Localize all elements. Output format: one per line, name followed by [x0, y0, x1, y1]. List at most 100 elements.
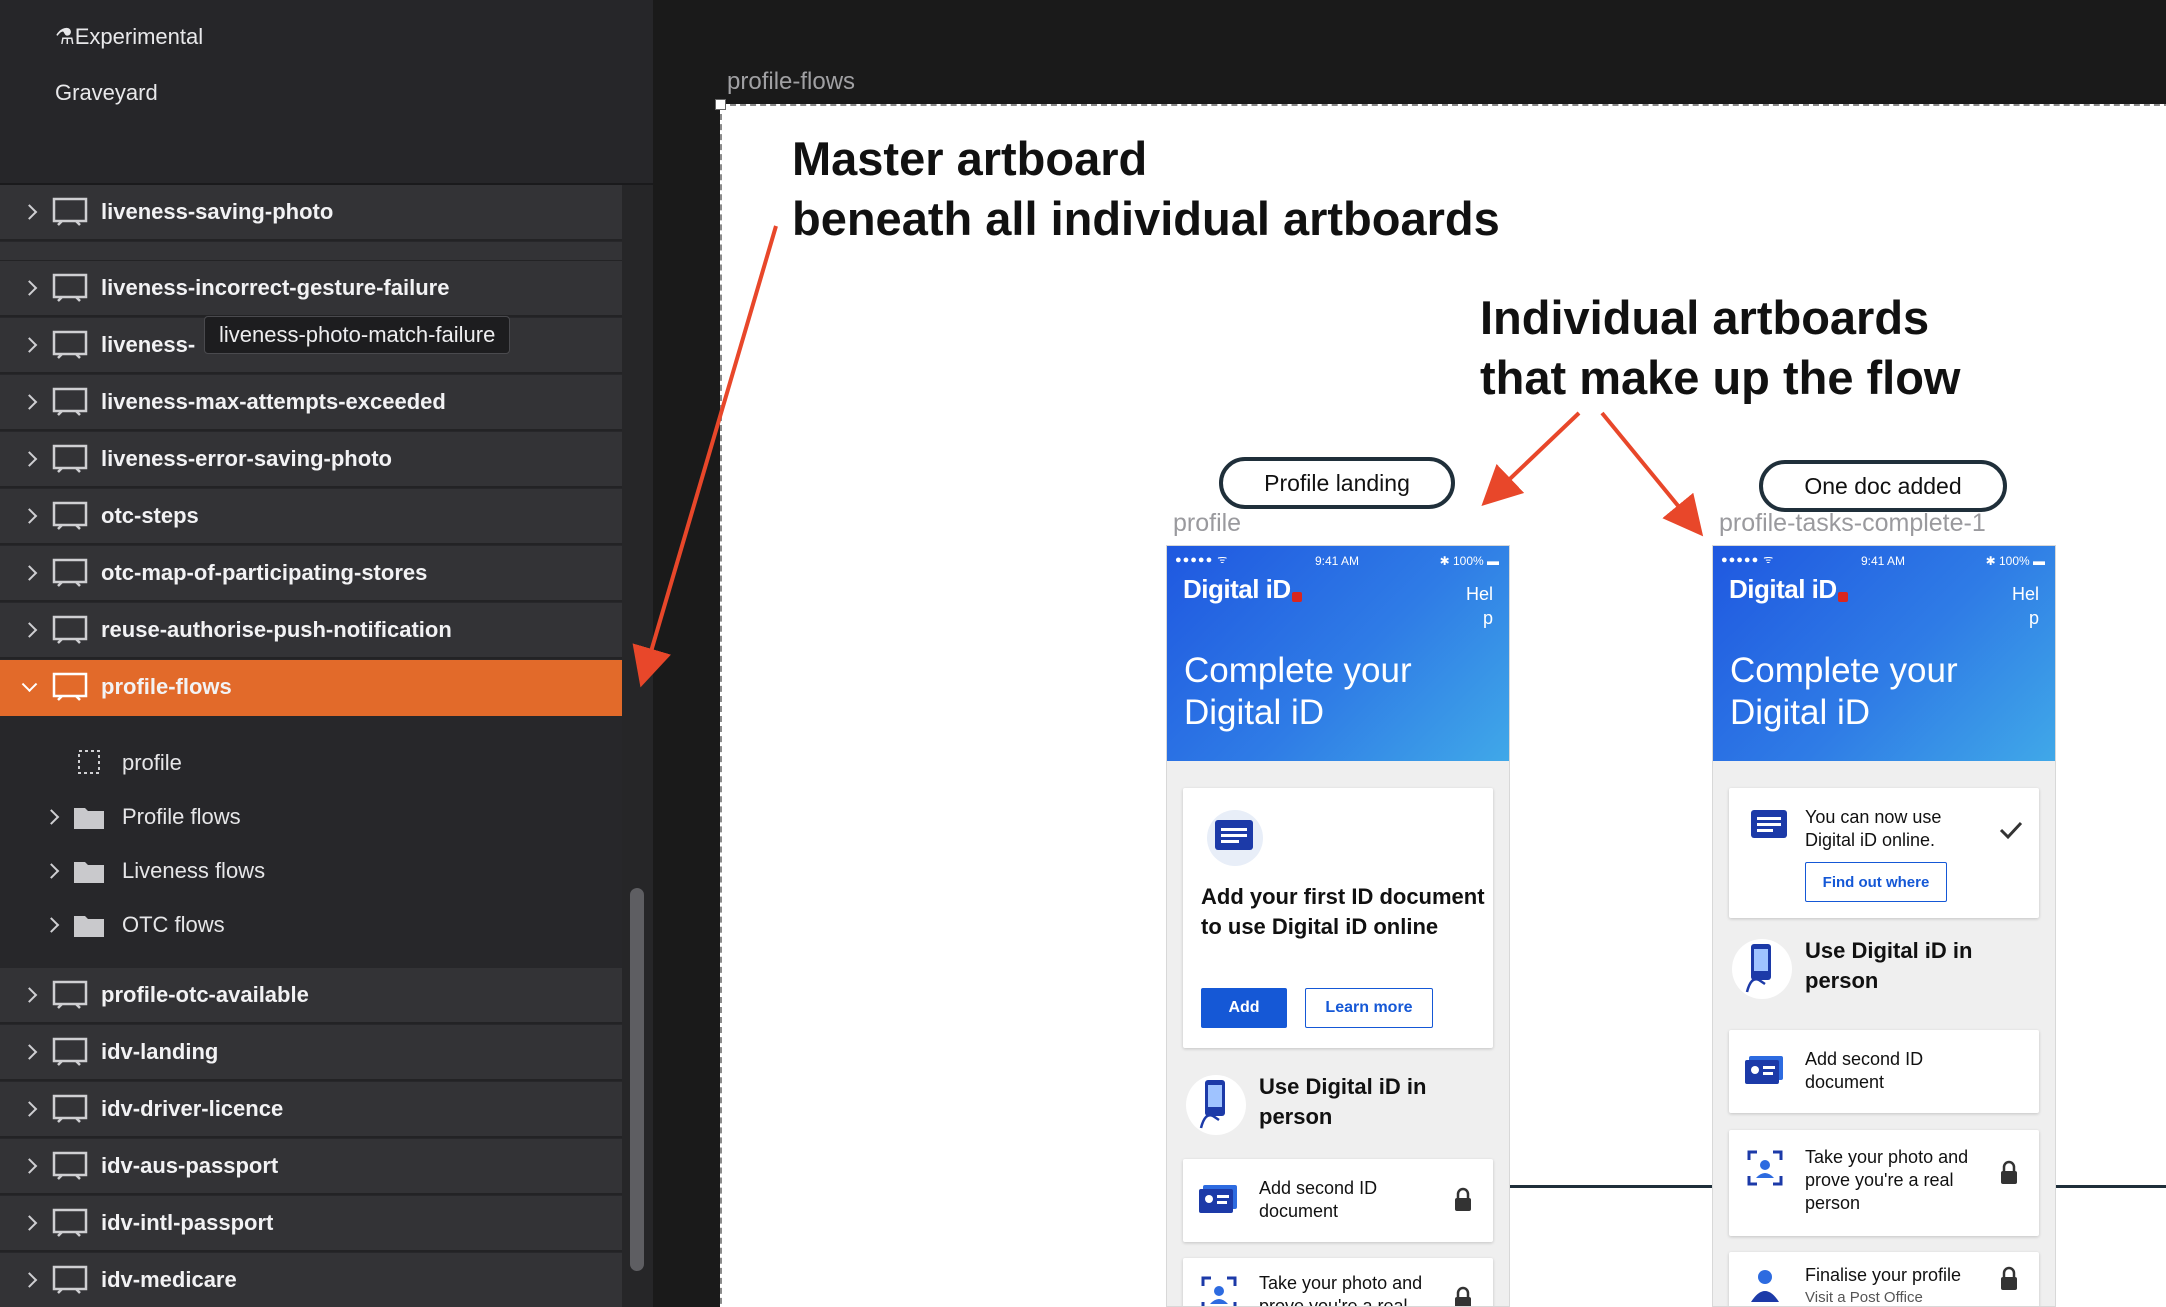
card-text: Add your first ID document to use Digita…	[1201, 884, 1485, 939]
chevron-right-icon[interactable]	[21, 337, 38, 353]
layer-label: idv-driver-licence	[101, 1096, 284, 1121]
layer-row[interactable]: idv-landing	[0, 1025, 622, 1081]
finalise-profile-row[interactable]: Finalise your profile Visit a Post Offic…	[1729, 1252, 2039, 1306]
layer-row[interactable]: otc-steps	[0, 489, 622, 545]
chevron-right-icon[interactable]	[21, 508, 38, 524]
chevron-right-icon[interactable]	[21, 1158, 38, 1174]
add-second-id-row[interactable]: Add second ID document	[1183, 1159, 1493, 1242]
artboard-icon	[52, 672, 88, 701]
layer-row[interactable]: idv-intl-passport	[0, 1196, 622, 1252]
chevron-right-icon[interactable]	[21, 1101, 38, 1117]
artboard-profile[interactable]: ●●●●● ᯤ 9:41 AM ✱ 100% ▬ Digital iD Help…	[1167, 546, 1509, 1306]
row-text: Take your photo and prove you're a real …	[1259, 1273, 1423, 1306]
battery-icon: ✱ 100% ▬	[1439, 554, 1499, 568]
layer-row-selected[interactable]: profile-flows	[0, 660, 622, 716]
checkmark-icon	[1999, 821, 2023, 840]
chevron-right-icon[interactable]	[21, 204, 38, 220]
layer-row[interactable]: idv-medicare	[0, 1253, 622, 1307]
take-photo-row[interactable]: Take your photo and prove you're a real …	[1729, 1130, 2039, 1236]
add-button[interactable]: Add	[1201, 988, 1287, 1028]
row-subtext: Visit a Post Office	[1805, 1289, 1923, 1306]
screen-header: ●●●●● ᯤ 9:41 AM ✱ 100% ▬ Digital iD Help…	[1167, 546, 1509, 761]
person-icon	[1751, 1270, 1779, 1302]
artboard-icon	[52, 501, 88, 530]
artboard-icon	[52, 330, 88, 359]
artboard-icon	[52, 1037, 88, 1066]
chevron-right-icon[interactable]	[21, 622, 38, 638]
child-group-liveness-flows[interactable]: Liveness flows	[0, 844, 622, 898]
status-time: 9:41 AM	[1315, 554, 1360, 568]
page-experimental[interactable]: ⚗Experimental	[55, 24, 203, 50]
artboard-name-profile[interactable]: profile	[1173, 509, 1241, 538]
chevron-right-icon[interactable]	[21, 1272, 38, 1288]
artboard-icon	[52, 615, 88, 644]
chevron-right-icon[interactable]	[21, 565, 38, 581]
layer-row[interactable]: liveness-saving-photo	[0, 185, 622, 241]
layer-row[interactable]: otc-map-of-participating-stores	[0, 546, 622, 602]
layer-row[interactable]: idv-driver-licence	[0, 1082, 622, 1138]
note-individual-line2: that make up the flow	[1480, 351, 1961, 404]
lock-icon	[1455, 1187, 1471, 1211]
chevron-right-icon[interactable]	[21, 987, 38, 1003]
layer-row-clipped	[0, 242, 622, 262]
artboard-icon	[52, 558, 88, 587]
artboard-dashed-icon	[78, 750, 100, 774]
layer-row[interactable]: liveness-incorrect-gesture-failure	[0, 261, 622, 317]
chevron-right-icon[interactable]	[21, 1044, 38, 1060]
layer-label: reuse-authorise-push-notification	[101, 617, 452, 642]
scrollbar-thumb[interactable]	[630, 888, 644, 1271]
status-bar: ●●●●● ᯤ 9:41 AM ✱ 100% ▬	[1713, 552, 2055, 568]
chevron-right-icon[interactable]	[21, 394, 38, 410]
canvas[interactable]: profile-flows Master artboard beneath al…	[653, 0, 2166, 1307]
help-link[interactable]: Help	[1463, 582, 1493, 630]
chevron-right-icon[interactable]	[43, 809, 60, 825]
child-group-profile-flows[interactable]: Profile flows	[0, 790, 622, 844]
find-out-where-button[interactable]: Find out where	[1805, 862, 1947, 902]
document-screen-icon	[1751, 810, 1787, 838]
child-label: Liveness flows	[122, 858, 266, 883]
id-card-icon	[1199, 1185, 1237, 1213]
lock-icon	[1455, 1286, 1471, 1306]
chevron-down-icon[interactable]	[21, 676, 38, 693]
child-group-otc-flows[interactable]: OTC flows	[0, 898, 622, 952]
chevron-right-icon[interactable]	[21, 280, 38, 296]
row-text: Finalise your profile	[1805, 1265, 1962, 1285]
screen-title: Complete your Digital iD	[1184, 651, 1412, 732]
page-graveyard[interactable]: Graveyard	[55, 80, 158, 106]
row-text: Add second ID document	[1259, 1178, 1378, 1221]
add-second-id-row[interactable]: Add second ID document	[1729, 1030, 2039, 1113]
artboard-icon	[52, 444, 88, 473]
flow-label-pill: Profile landing	[1219, 457, 1455, 509]
card-text: You can now use Digital iD online.	[1805, 807, 1942, 850]
layer-row[interactable]: reuse-authorise-push-notification	[0, 603, 622, 659]
artboard-profile-tasks-complete-1[interactable]: ●●●●● ᯤ 9:41 AM ✱ 100% ▬ Digital iD Help…	[1713, 546, 2055, 1306]
layer-row[interactable]: liveness-error-saving-photo	[0, 432, 622, 488]
chevron-right-icon[interactable]	[43, 917, 60, 933]
note-master-line2: beneath all individual artboards	[792, 192, 1500, 245]
resize-handle[interactable]	[715, 99, 726, 110]
layer-name-tooltip: liveness-photo-match-failure	[204, 316, 511, 354]
chevron-right-icon[interactable]	[43, 863, 60, 879]
child-label: OTC flows	[122, 912, 225, 937]
help-link[interactable]: Help	[2009, 582, 2039, 630]
layer-label: profile-flows	[101, 674, 232, 699]
take-photo-row[interactable]: Take your photo and prove you're a real …	[1183, 1258, 1493, 1306]
layer-row[interactable]: profile-otc-available	[0, 968, 622, 1024]
layer-row[interactable]: liveness-max-attempts-exceeded	[0, 375, 622, 431]
digital-id-logo: Digital iD	[1729, 574, 1848, 605]
id-card-icon	[1745, 1056, 1783, 1084]
pages-list: ⚗Experimental Graveyard	[0, 0, 653, 185]
artboard-icon	[52, 273, 88, 302]
phone-hand-icon	[1186, 1075, 1246, 1135]
learn-more-button[interactable]: Learn more	[1305, 988, 1433, 1028]
artboard-icon	[52, 1151, 88, 1180]
sketch-window: ⚗Experimental Graveyard liveness-saving-…	[0, 0, 2166, 1307]
artboard-icon	[52, 387, 88, 416]
chevron-right-icon[interactable]	[21, 1215, 38, 1231]
artboard-name-profile-tasks-complete-1[interactable]: profile-tasks-complete-1	[1719, 509, 1986, 538]
flow-label-pill: One doc added	[1759, 460, 2007, 512]
chevron-right-icon[interactable]	[21, 451, 38, 467]
master-artboard-name[interactable]: profile-flows	[727, 68, 855, 96]
child-layer-profile[interactable]: profile	[0, 736, 622, 790]
layer-row[interactable]: idv-aus-passport	[0, 1139, 622, 1195]
